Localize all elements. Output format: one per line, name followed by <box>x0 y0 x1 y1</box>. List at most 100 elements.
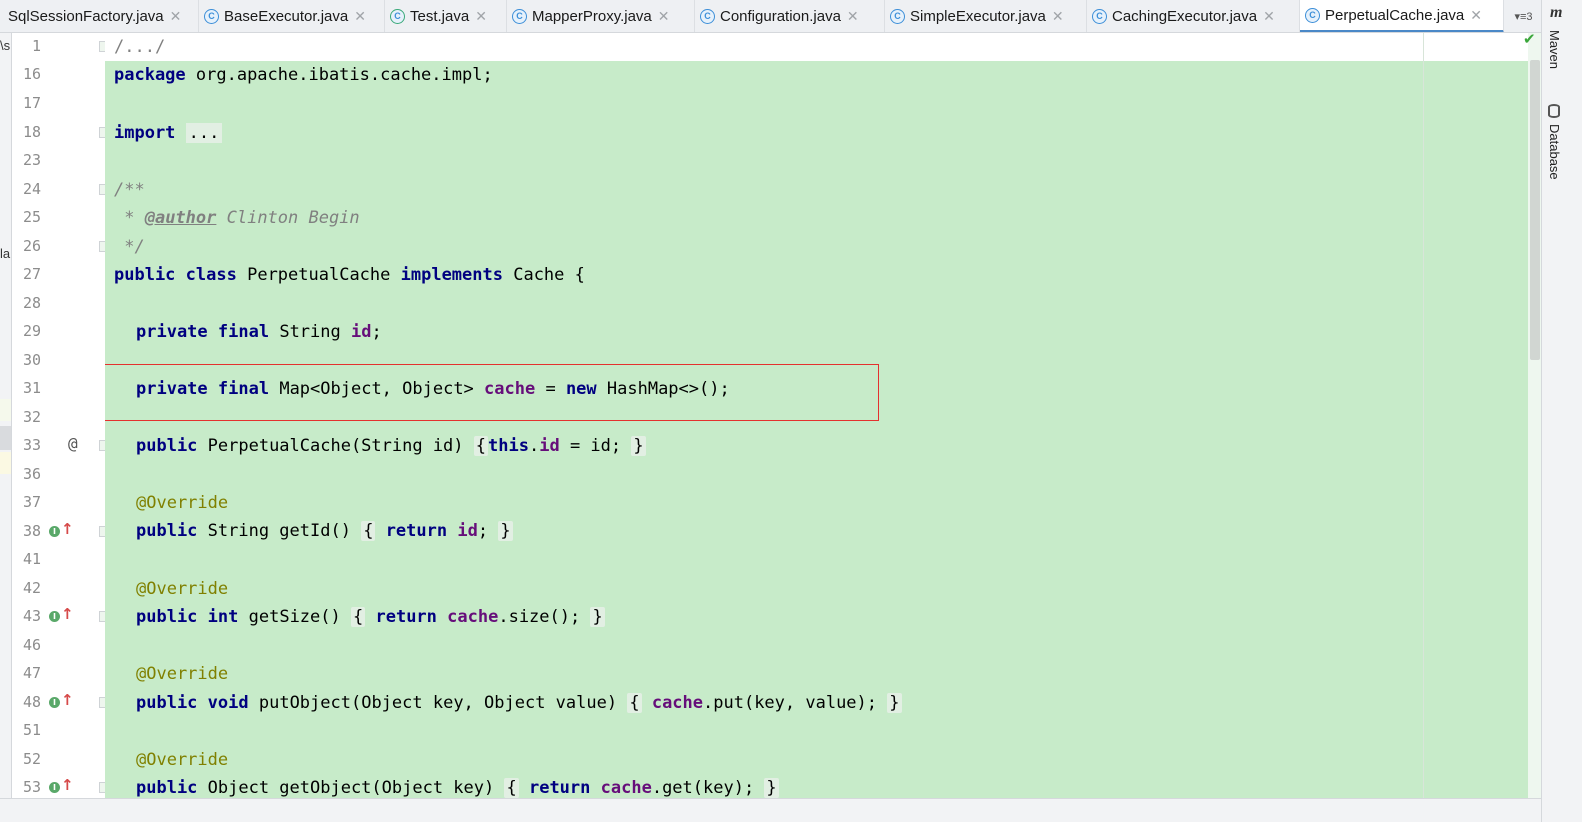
line-number: 43 <box>22 607 41 625</box>
code-text: .put(key, value); <box>703 693 888 713</box>
code-line-47[interactable]: @Override <box>136 662 228 686</box>
class-icon: C <box>512 8 527 24</box>
code-text: .size(); <box>498 607 591 627</box>
field-name: id <box>539 436 560 456</box>
fold-brace[interactable]: } <box>590 607 605 627</box>
tab-mapperproxy[interactable]: C MapperProxy.java ✕ <box>507 0 695 32</box>
close-icon[interactable]: ✕ <box>658 8 670 25</box>
code-line-52[interactable]: @Override <box>136 748 228 772</box>
tab-test[interactable]: C Test.java ✕ <box>385 0 507 32</box>
folded-imports[interactable]: ... <box>185 123 223 143</box>
line-number: 36 <box>22 465 41 483</box>
fold-brace[interactable]: } <box>631 436 646 456</box>
folded-header-comment[interactable]: /.../ <box>114 37 165 57</box>
tab-label: PerpetualCache.java <box>1325 6 1465 24</box>
field-name: cache <box>600 778 652 798</box>
implements-method-icon[interactable]: I ↑ <box>49 776 74 796</box>
constructor-marker-icon[interactable]: @ <box>68 434 78 453</box>
line-number: 32 <box>22 408 41 426</box>
close-icon[interactable]: ✕ <box>170 8 182 25</box>
code-line-53[interactable]: public Object getObject(Object key) { re… <box>136 776 779 798</box>
line-number: 37 <box>22 493 41 511</box>
line-number: 48 <box>22 693 41 711</box>
line-number: 47 <box>22 664 41 682</box>
code-line-27[interactable]: public class PerpetualCache implements C… <box>114 263 585 287</box>
keyword: final <box>217 322 270 342</box>
line-number: 38 <box>22 522 41 540</box>
tab-simpleexecutor[interactable]: C SimpleExecutor.java ✕ <box>885 0 1087 32</box>
inspection-ok-check-icon[interactable]: ✔ <box>1523 30 1536 48</box>
line-number: 31 <box>22 379 41 397</box>
line-number: 52 <box>22 750 41 768</box>
implements-method-icon[interactable]: I ↑ <box>49 691 74 711</box>
code-text: ; <box>477 521 489 541</box>
fold-brace[interactable]: { <box>350 607 366 627</box>
tab-sqlsessionfactory[interactable]: SqlSessionFactory.java ✕ <box>0 0 199 32</box>
tab-configuration[interactable]: C Configuration.java ✕ <box>695 0 885 32</box>
field-name: id <box>350 322 372 342</box>
tab-overflow-button[interactable]: ▾≡3 <box>1506 0 1541 32</box>
close-icon[interactable]: ✕ <box>1052 8 1064 25</box>
editor-tab-bar: SqlSessionFactory.java ✕ C BaseExecutor.… <box>0 0 1541 33</box>
type-name: String <box>269 322 351 342</box>
tab-perpetualcache[interactable]: C PerpetualCache.java ✕ <box>1300 0 1504 32</box>
field-name: id <box>457 521 478 541</box>
close-icon[interactable]: ✕ <box>354 8 366 25</box>
implements-method-icon[interactable]: I ↑ <box>49 605 74 625</box>
keyword: public <box>136 521 198 541</box>
code-line-29[interactable]: private final String id; <box>136 320 382 344</box>
code-line-16[interactable]: package org.apache.ibatis.cache.impl; <box>114 63 493 87</box>
code-line-48[interactable]: public void putObject(Object key, Object… <box>136 691 902 715</box>
line-number: 1 <box>31 37 41 55</box>
code-text: ; <box>371 322 382 342</box>
code-line-37[interactable]: @Override <box>136 491 228 515</box>
fold-brace[interactable]: { <box>627 693 642 713</box>
field-name: cache <box>447 607 499 627</box>
keyword: package <box>114 65 186 85</box>
code-line-26[interactable]: */ <box>114 235 145 259</box>
line-number: 42 <box>22 579 41 597</box>
doc-comment: */ <box>114 237 145 257</box>
project-panel-edge[interactable]: \s la <box>0 33 12 798</box>
horizontal-scrollbar-area[interactable] <box>0 798 1541 822</box>
close-icon[interactable]: ✕ <box>847 8 859 25</box>
line-number-gutter[interactable]: 1 16 17 18 23 24 25 26 27 28 29 30 31 32… <box>13 33 105 798</box>
fold-brace[interactable]: } <box>887 693 902 713</box>
code-line-33[interactable]: public PerpetualCache(String id) {this.i… <box>136 434 646 458</box>
code-text: Cache { <box>502 265 585 285</box>
method-signature: putObject(Object key, Object value) <box>248 693 628 713</box>
maven-icon[interactable]: m <box>1550 4 1562 22</box>
database-tool-button[interactable]: Database <box>1547 124 1562 180</box>
code-line-1[interactable]: /.../ <box>114 35 165 59</box>
code-line-43[interactable]: public int getSize() { return cache.size… <box>136 605 605 629</box>
tab-baseexecutor[interactable]: C BaseExecutor.java ✕ <box>199 0 385 32</box>
fold-brace[interactable]: { <box>473 436 489 456</box>
code-editor[interactable]: /.../ package org.apache.ibatis.cache.im… <box>105 33 1541 798</box>
line-number: 53 <box>22 778 41 796</box>
code-line-42[interactable]: @Override <box>136 577 228 601</box>
close-icon[interactable]: ✕ <box>1263 8 1275 25</box>
tab-label: Configuration.java <box>720 7 841 25</box>
close-icon[interactable]: ✕ <box>1470 7 1482 24</box>
close-icon[interactable]: ✕ <box>475 8 487 25</box>
line-number: 46 <box>22 636 41 654</box>
fold-brace[interactable]: { <box>361 521 376 541</box>
fold-brace[interactable]: } <box>498 521 513 541</box>
keyword: public <box>136 436 198 456</box>
code-line-25[interactable]: * @author Clinton Begin <box>114 206 359 230</box>
class-icon: C <box>890 8 905 24</box>
fold-brace[interactable]: { <box>504 778 519 798</box>
scrollbar-thumb[interactable] <box>1530 60 1540 360</box>
fold-brace[interactable]: } <box>764 778 779 798</box>
tab-overflow-label: ▾≡3 <box>1514 10 1533 23</box>
keyword: public <box>136 693 198 713</box>
tab-cachingexecutor[interactable]: C CachingExecutor.java ✕ <box>1087 0 1300 32</box>
code-line-38[interactable]: public String getId() { return id; } <box>136 519 513 543</box>
database-icon[interactable] <box>1548 104 1560 118</box>
class-icon: C <box>700 8 715 24</box>
code-line-18[interactable]: import ... <box>114 121 223 145</box>
implements-method-icon[interactable]: I ↑ <box>49 520 74 540</box>
code-line-24[interactable]: /** <box>114 178 145 202</box>
maven-tool-button[interactable]: Maven <box>1547 30 1562 69</box>
line-number: 23 <box>22 151 41 169</box>
